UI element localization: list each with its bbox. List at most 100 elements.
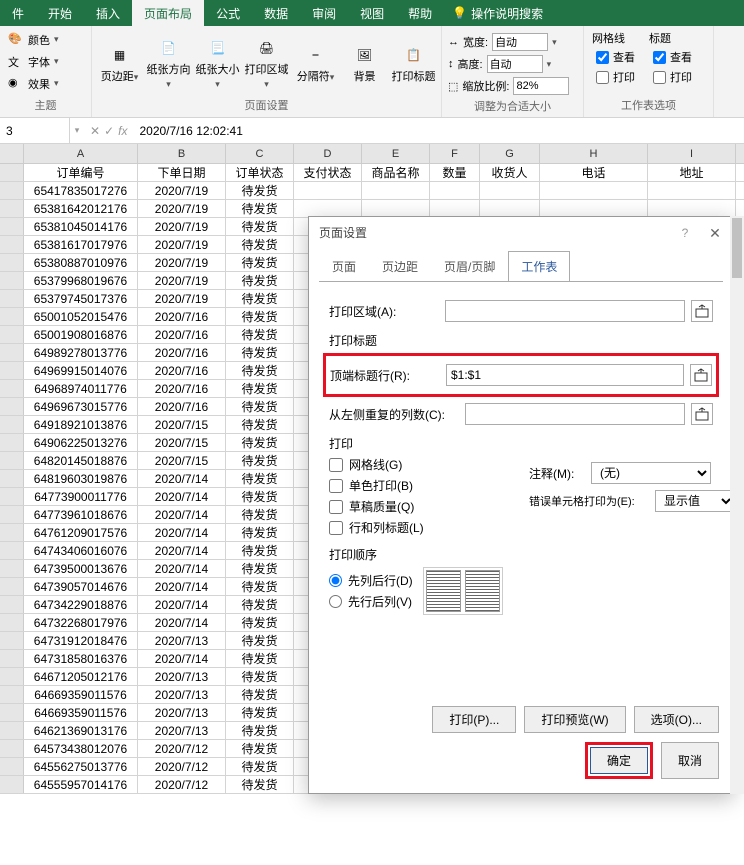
cell[interactable]: 待发货 [226,542,294,559]
cell[interactable]: 2020/7/14 [138,506,226,523]
ribbon-tab-4[interactable]: 公式 [204,0,252,26]
name-box[interactable]: 3 [0,118,70,143]
cell[interactable]: 64819603019876 [24,470,138,487]
cell[interactable]: 2020/7/14 [138,488,226,505]
comments-combo[interactable]: (无) [591,462,711,484]
cell[interactable]: 64969673015776 [24,398,138,415]
cell[interactable]: 2020/7/13 [138,686,226,703]
cell[interactable]: 2020/7/19 [138,182,226,199]
cell[interactable]: 64731912018476 [24,632,138,649]
vertical-scrollbar[interactable] [730,216,744,794]
cell[interactable] [648,200,736,217]
cell[interactable] [648,182,736,199]
cell[interactable]: 待发货 [226,398,294,415]
cell[interactable]: 待发货 [226,362,294,379]
cell[interactable]: 64573438012076 [24,740,138,757]
left-cols-picker[interactable] [691,403,713,425]
cell[interactable]: 65001052015476 [24,308,138,325]
cell[interactable]: 待发货 [226,560,294,577]
cell[interactable]: 待发货 [226,254,294,271]
cell[interactable]: 64739057014676 [24,578,138,595]
cell[interactable]: 待发货 [226,344,294,361]
cell[interactable]: 待发货 [226,470,294,487]
cell[interactable]: 待发货 [226,308,294,325]
fx-icon[interactable]: fx [118,124,127,138]
cell[interactable]: 2020/7/19 [138,272,226,289]
cell[interactable]: 订单编号 [24,164,138,181]
cell[interactable]: 数量 [430,164,480,181]
top-rows-input[interactable] [446,364,684,386]
cell[interactable]: 65381642012176 [24,200,138,217]
cell[interactable]: 2020/7/15 [138,416,226,433]
margins-button[interactable]: ▦页边距▾ [96,28,143,95]
cell[interactable]: 64555957014176 [24,776,138,793]
cell[interactable] [362,200,430,217]
breaks-button[interactable]: ⎯分隔符▾ [292,28,339,95]
cell[interactable]: 待发货 [226,182,294,199]
cell[interactable]: 地址 [648,164,736,181]
cell[interactable]: 待发货 [226,632,294,649]
cell[interactable]: 下单日期 [138,164,226,181]
cell[interactable]: 待发货 [226,776,294,793]
cell[interactable]: 待发货 [226,434,294,451]
formula-input[interactable]: 2020/7/16 12:02:41 [133,124,744,138]
cell[interactable]: 65001908016876 [24,326,138,343]
cell[interactable]: 64734229018876 [24,596,138,613]
cell[interactable]: 2020/7/16 [138,308,226,325]
cell[interactable]: 2020/7/12 [138,776,226,793]
cell[interactable]: 2020/7/16 [138,380,226,397]
order-down-radio[interactable] [329,574,342,587]
cell[interactable]: 商品名称 [362,164,430,181]
cell[interactable]: 64671205012176 [24,668,138,685]
theme-colors[interactable]: 🎨颜色▾ [4,30,63,50]
cell[interactable]: 待发货 [226,290,294,307]
col-header-C[interactable]: C [226,144,294,163]
cell[interactable]: 2020/7/14 [138,470,226,487]
cell[interactable]: 2020/7/19 [138,236,226,253]
cell[interactable]: 2020/7/19 [138,200,226,217]
theme-effects[interactable]: ◉效果▾ [4,74,63,94]
cell[interactable]: 2020/7/14 [138,614,226,631]
scale-pct[interactable] [513,77,569,95]
scale-height[interactable] [487,55,543,73]
ribbon-tab-5[interactable]: 数据 [252,0,300,26]
gridlines-view-check[interactable] [596,51,609,64]
cell[interactable]: 待发货 [226,578,294,595]
col-header-F[interactable]: F [430,144,480,163]
cell[interactable]: 订单状态 [226,164,294,181]
cell[interactable]: 2020/7/19 [138,254,226,271]
cell[interactable]: 2020/7/13 [138,722,226,739]
cell[interactable]: 2020/7/16 [138,344,226,361]
cell[interactable]: 2020/7/13 [138,704,226,721]
ribbon-tab-0[interactable]: 件 [0,0,36,26]
ribbon-tab-2[interactable]: 插入 [84,0,132,26]
cell[interactable]: 64556275013776 [24,758,138,775]
cell[interactable]: 待发货 [226,596,294,613]
cell[interactable] [540,200,648,217]
cell[interactable]: 待发货 [226,722,294,739]
left-cols-input[interactable] [465,403,685,425]
cell[interactable]: 收货人 [480,164,540,181]
cell[interactable]: 待发货 [226,200,294,217]
preview-button[interactable]: 打印预览(W) [524,706,625,733]
col-header-B[interactable]: B [138,144,226,163]
ok-button[interactable]: 确定 [590,747,648,774]
print-button[interactable]: 打印(P)... [432,706,516,733]
cell[interactable]: 65381617017976 [24,236,138,253]
cell[interactable] [430,182,480,199]
headings-view-check[interactable] [653,51,666,64]
cell[interactable]: 待发货 [226,668,294,685]
cell[interactable]: 待发货 [226,614,294,631]
ribbon-tab-8[interactable]: 帮助 [396,0,444,26]
dialog-tab-1[interactable]: 页边距 [369,251,431,281]
help-search[interactable]: 💡 操作说明搜索 [444,0,551,26]
cell[interactable]: 待发货 [226,380,294,397]
dialog-close-button[interactable]: ✕ [703,221,727,245]
cell[interactable]: 待发货 [226,236,294,253]
cell[interactable]: 待发货 [226,326,294,343]
cell[interactable]: 2020/7/16 [138,398,226,415]
print-titles-button[interactable]: 📋打印标题 [390,28,437,95]
ribbon-tab-3[interactable]: 页面布局 [132,0,204,26]
ribbon-tab-1[interactable]: 开始 [36,0,84,26]
cell[interactable]: 待发货 [226,758,294,775]
